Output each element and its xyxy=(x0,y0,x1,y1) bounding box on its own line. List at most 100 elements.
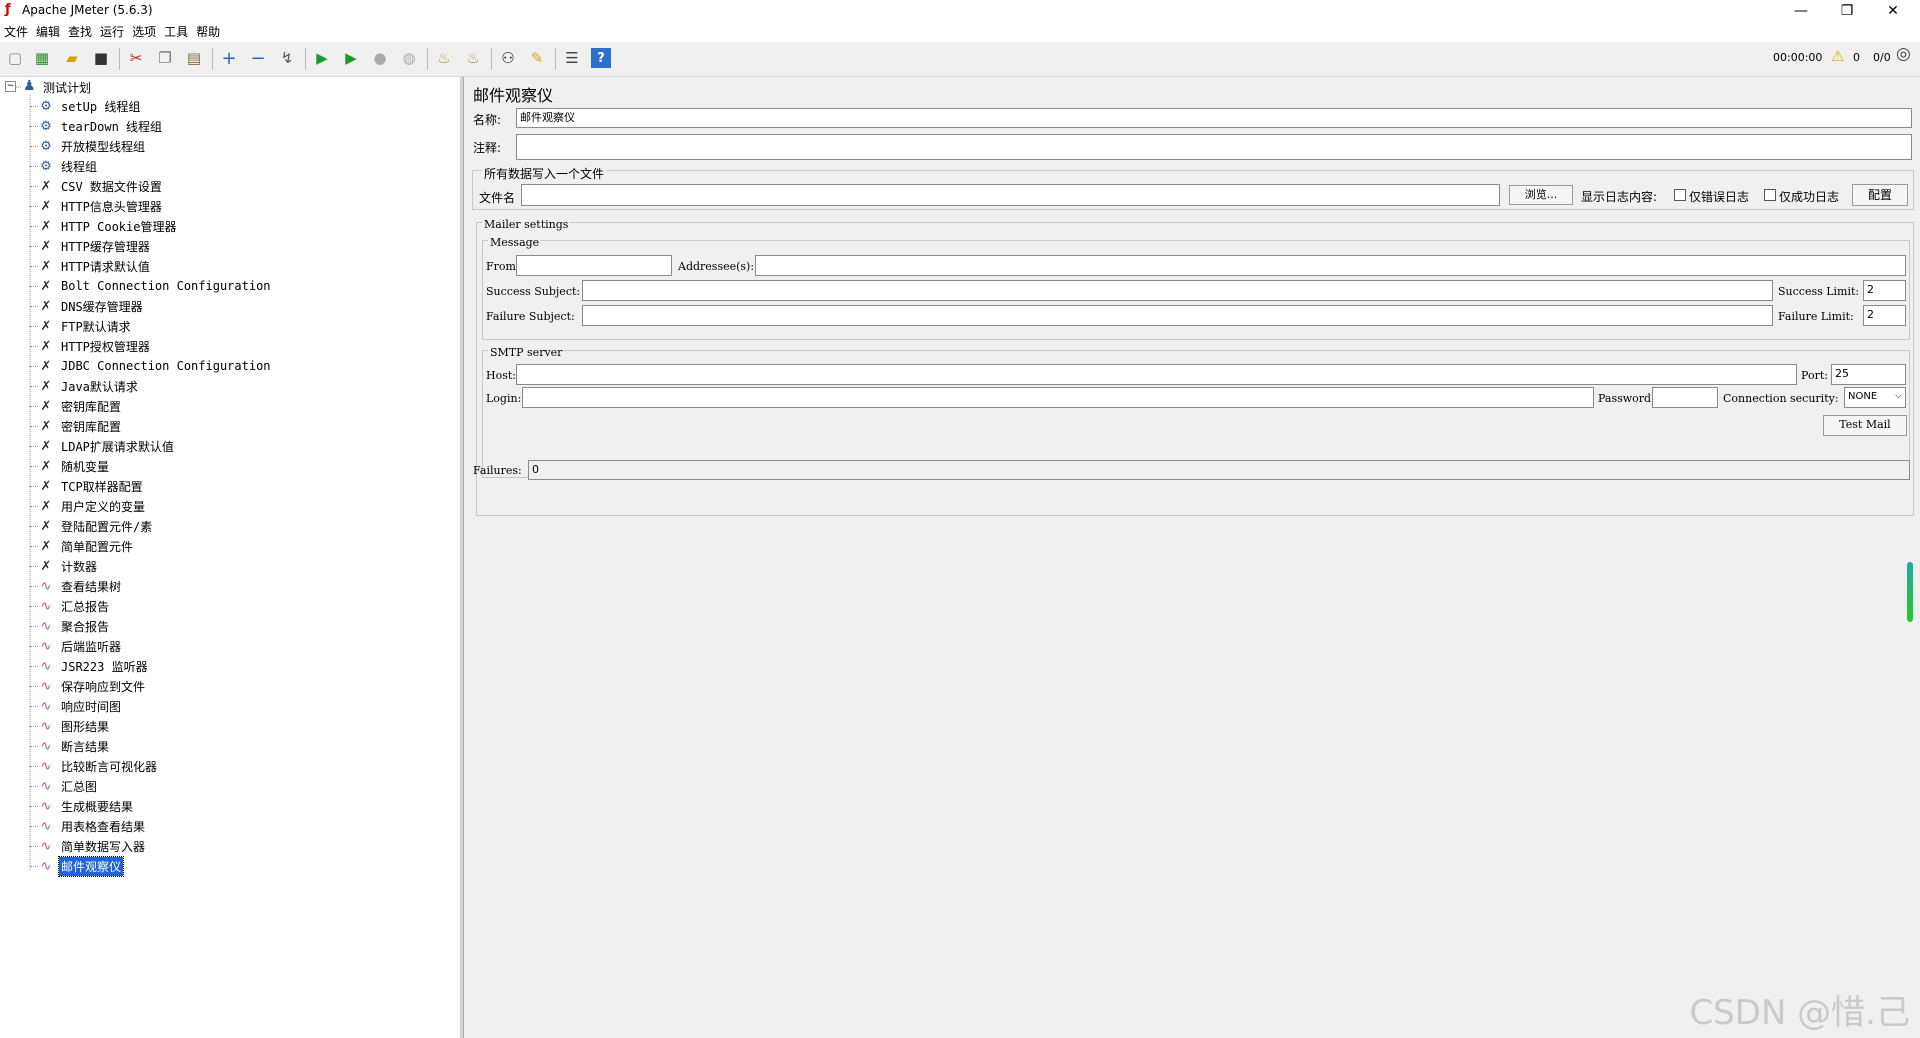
success-limit-input[interactable]: 2 xyxy=(1863,280,1906,301)
tree-node[interactable]: ✗ HTTP授权管理器 xyxy=(30,336,152,356)
tree-node[interactable]: ∿ 用表格查看结果 xyxy=(30,816,147,836)
tree-node[interactable]: ✗ HTTP信息头管理器 xyxy=(30,196,164,216)
open-icon[interactable]: ▰ xyxy=(62,48,82,68)
tree-node[interactable]: ✗ FTP默认请求 xyxy=(30,316,133,336)
side-scroll-indicator[interactable] xyxy=(1907,562,1913,622)
toggle-icon[interactable]: ↯ xyxy=(277,48,297,68)
menu-file[interactable]: 文件 xyxy=(0,22,32,42)
tree-connector xyxy=(30,106,38,107)
cut-icon[interactable]: ✂ xyxy=(126,48,146,68)
menu-edit[interactable]: 编辑 xyxy=(32,22,64,42)
help-icon[interactable]: ? xyxy=(591,48,611,68)
clear-all-icon[interactable]: ♨ xyxy=(463,48,483,68)
start-no-pause-icon[interactable]: ▶ xyxy=(341,48,361,68)
expand-icon[interactable]: + xyxy=(219,48,239,69)
tools-icon: ✗ xyxy=(40,218,52,234)
tree-root-label[interactable]: 测试计划 xyxy=(43,79,91,96)
filename-label: 文件名 xyxy=(479,191,516,205)
tree-node[interactable]: ∿ 图形结果 xyxy=(30,716,111,736)
tree-node-label: tearDown 线程组 xyxy=(61,119,163,134)
tree-collapse-toggle[interactable]: − xyxy=(5,81,16,92)
menu-options[interactable]: 选项 xyxy=(128,22,160,42)
test-mail-button[interactable]: Test Mail xyxy=(1823,415,1907,436)
host-input[interactable] xyxy=(516,364,1797,385)
tree-node[interactable]: ∿ 汇总报告 xyxy=(30,596,111,616)
configure-button[interactable]: 配置 xyxy=(1852,184,1908,206)
tree-node[interactable]: ✗ 简单配置元件 xyxy=(30,536,135,556)
from-input[interactable] xyxy=(516,255,672,276)
tree-node[interactable]: ✗ TCP取样器配置 xyxy=(30,476,145,496)
tree-node[interactable]: ∿ 汇总图 xyxy=(30,776,99,796)
function-helper-icon[interactable]: ☰ xyxy=(562,48,582,68)
tree-node[interactable]: ∿ 比较断言可视化器 xyxy=(30,756,159,776)
mailer-visualizer-panel: 邮件观察仪 名称: 邮件观察仪 注释: 所有数据写入一个文件 文件名 浏览...… xyxy=(464,77,1920,1038)
menu-help[interactable]: 帮助 xyxy=(192,22,224,42)
tree-node[interactable]: ⚙ 线程组 xyxy=(30,156,99,176)
tree-node[interactable]: ∿ 简单数据写入器 xyxy=(30,836,147,856)
success-only-checkbox[interactable] xyxy=(1764,189,1776,201)
collapse-icon[interactable]: − xyxy=(248,48,268,69)
tree-node[interactable]: ∿ JSR223 监听器 xyxy=(30,656,150,676)
browse-button[interactable]: 浏览... xyxy=(1509,185,1573,205)
tree-node[interactable]: ✗ 随机变量 xyxy=(30,456,111,476)
tree-node[interactable]: ∿ 后端监听器 xyxy=(30,636,123,656)
tree-node[interactable]: ✗ CSV 数据文件设置 xyxy=(30,176,164,196)
tree-node[interactable]: ✗ HTTP缓存管理器 xyxy=(30,236,152,256)
menu-tools[interactable]: 工具 xyxy=(160,22,192,42)
tree-node[interactable]: ✗ 计数器 xyxy=(30,556,99,576)
tree-node[interactable]: ∿ 断言结果 xyxy=(30,736,111,756)
new-icon[interactable]: ▢ xyxy=(5,48,25,68)
tree-node[interactable]: ✗ Java默认请求 xyxy=(30,376,140,396)
tree-node[interactable]: ⚙ tearDown 线程组 xyxy=(30,116,164,136)
filename-input[interactable] xyxy=(521,184,1500,206)
tree-node[interactable]: ✗ JDBC Connection Configuration xyxy=(30,356,273,376)
tree-node[interactable]: ⚙ setUp 线程组 xyxy=(30,96,142,116)
login-input[interactable] xyxy=(522,387,1594,408)
stop-icon[interactable]: ● xyxy=(370,48,390,68)
test-plan-tree[interactable]: − ♟ 测试计划 ⚙ setUp 线程组 ⚙ tearDown 线程组 ⚙ 开放模型线程组… xyxy=(0,77,461,1038)
tree-connector xyxy=(30,606,38,607)
connection-security-select[interactable]: NONE ⌵ xyxy=(1844,387,1906,408)
start-icon[interactable]: ▶ xyxy=(312,48,332,68)
menu-run[interactable]: 运行 xyxy=(96,22,128,42)
tree-connector xyxy=(30,786,38,787)
tree-node[interactable]: ✗ 登陆配置元件/素 xyxy=(30,516,154,536)
copy-icon[interactable]: ❐ xyxy=(155,48,175,68)
tree-node[interactable]: ⚙ 开放模型线程组 xyxy=(30,136,147,156)
name-input[interactable]: 邮件观察仪 xyxy=(516,108,1912,128)
warning-icon[interactable]: ⚠ xyxy=(1831,48,1844,64)
templates-icon[interactable]: ▦ xyxy=(32,48,52,68)
reset-search-icon[interactable]: ✎ xyxy=(527,48,547,68)
success-subject-input[interactable] xyxy=(582,280,1773,301)
tree-node[interactable]: ✗ 用户定义的变量 xyxy=(30,496,147,516)
tree-node[interactable]: ✗ Bolt Connection Configuration xyxy=(30,276,273,296)
tree-node[interactable]: ∿ 查看结果树 xyxy=(30,576,123,596)
tree-node[interactable]: ∿ 保存响应到文件 xyxy=(30,676,147,696)
save-icon[interactable]: ■ xyxy=(91,48,111,68)
failure-subject-input[interactable] xyxy=(582,305,1773,326)
menu-search[interactable]: 查找 xyxy=(64,22,96,42)
tree-node[interactable]: ✗ HTTP Cookie管理器 xyxy=(30,216,178,236)
tree-node[interactable]: ✗ DNS缓存管理器 xyxy=(30,296,145,316)
tree-node[interactable]: ✗ HTTP请求默认值 xyxy=(30,256,152,276)
port-input[interactable]: 25 xyxy=(1831,364,1906,385)
comment-input[interactable] xyxy=(516,134,1912,160)
tree-node[interactable]: ∿ 生成概要结果 xyxy=(30,796,135,816)
tree-node[interactable]: ∿ 邮件观察仪 xyxy=(30,855,125,877)
paste-icon[interactable]: ▤ xyxy=(184,48,204,68)
minimize-button[interactable]: — xyxy=(1778,0,1824,22)
shutdown-icon[interactable]: ◍ xyxy=(399,48,419,68)
maximize-button[interactable]: ❐ xyxy=(1824,0,1870,22)
tree-node[interactable]: ∿ 聚合报告 xyxy=(30,616,111,636)
close-button[interactable]: ✕ xyxy=(1870,0,1916,22)
tree-node[interactable]: ✗ 密钥库配置 xyxy=(30,416,123,436)
tree-node[interactable]: ✗ LDAP扩展请求默认值 xyxy=(30,436,176,456)
tree-node[interactable]: ✗ 密钥库配置 xyxy=(30,396,123,416)
addressees-input[interactable] xyxy=(755,255,1906,276)
password-input[interactable] xyxy=(1652,387,1718,408)
clear-icon[interactable]: ♨ xyxy=(434,48,454,68)
tree-node[interactable]: ∿ 响应时间图 xyxy=(30,696,123,716)
failure-limit-input[interactable]: 2 xyxy=(1863,305,1906,326)
search-icon[interactable]: ⚇ xyxy=(498,48,518,68)
errors-only-checkbox[interactable] xyxy=(1674,189,1686,201)
